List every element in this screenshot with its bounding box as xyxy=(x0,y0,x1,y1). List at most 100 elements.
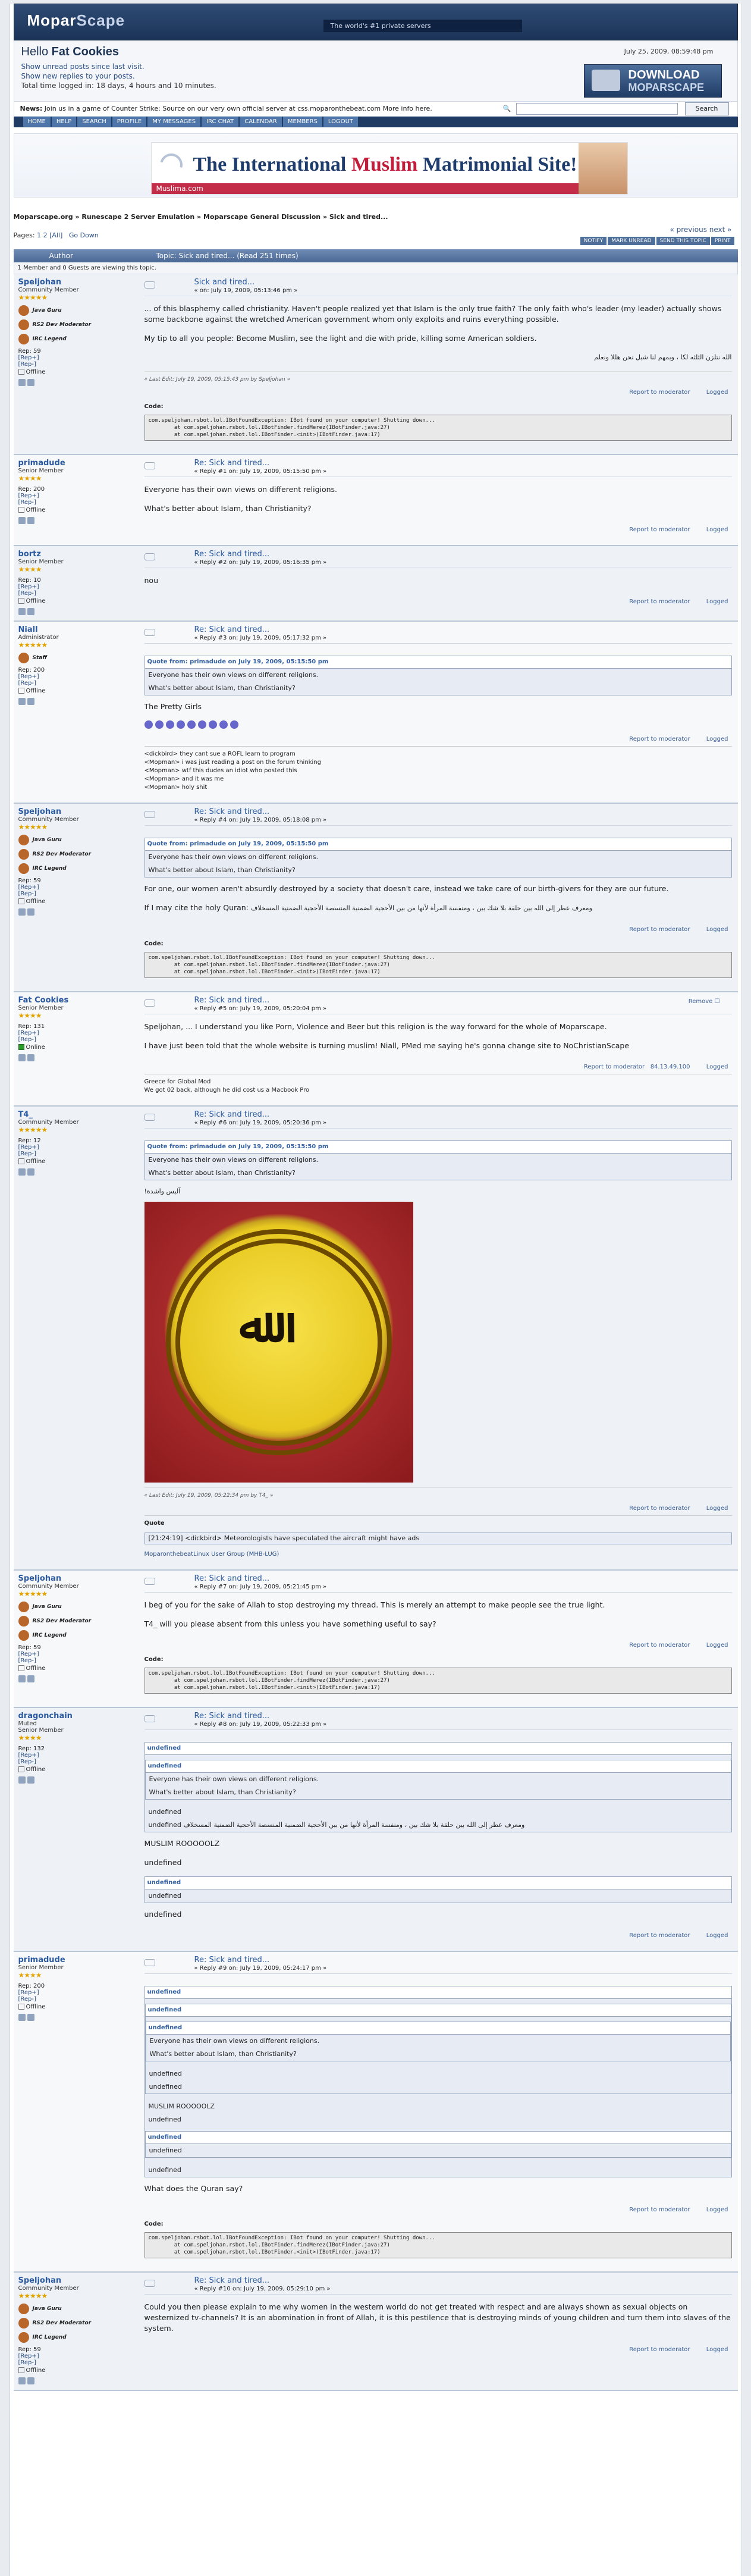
site-logo[interactable]: MoparScape xyxy=(27,11,125,30)
pm-icon[interactable] xyxy=(27,908,34,916)
profile-icon[interactable] xyxy=(18,1054,26,1061)
post-subject[interactable]: Re: Sick and tired... xyxy=(194,1955,270,1964)
profile-icon[interactable] xyxy=(18,379,26,386)
nav-tab-logout[interactable]: LOGOUT xyxy=(323,117,359,127)
poster-name[interactable]: bortz xyxy=(18,550,131,559)
rank-stars: ★★★★ xyxy=(18,474,42,482)
nav-tab-my-messages[interactable]: MY MESSAGES xyxy=(147,117,202,127)
nav-tab-help[interactable]: HELP xyxy=(51,117,77,127)
unread-posts-link[interactable]: Show unread posts since last visit. xyxy=(21,62,144,71)
poster-name[interactable]: Speljohan xyxy=(18,1574,131,1583)
post-subject[interactable]: Re: Sick and tired... xyxy=(194,1110,270,1119)
report-moderator-link[interactable]: Report to moderator xyxy=(629,1931,690,1941)
reputation: Rep: 12 [Rep+] [Rep-] xyxy=(18,1137,41,1157)
poster-name[interactable]: primadude xyxy=(18,1955,131,1964)
profile-icon[interactable] xyxy=(18,517,26,524)
nav-tab-home[interactable]: HOME xyxy=(23,117,51,127)
poster-rank: Community Member xyxy=(18,816,79,823)
poster-name[interactable]: Fat Cookies xyxy=(18,996,131,1005)
pm-icon[interactable] xyxy=(27,698,34,705)
poster-name[interactable]: T4_ xyxy=(18,1110,131,1119)
report-moderator-link[interactable]: Report to moderator xyxy=(629,387,690,398)
poster-name[interactable]: Niall xyxy=(18,625,131,634)
btn-print[interactable]: PRINT xyxy=(711,237,734,245)
search-input[interactable] xyxy=(516,103,678,115)
profile-icon[interactable] xyxy=(18,608,26,615)
nav-tab-search[interactable]: SEARCH xyxy=(77,117,112,127)
badge-icon xyxy=(18,1616,29,1627)
report-moderator-link[interactable]: Report to moderator xyxy=(629,925,690,935)
post-subject[interactable]: Re: Sick and tired... xyxy=(194,807,270,816)
search-button[interactable]: Search xyxy=(684,102,729,115)
poster-name[interactable]: primadude xyxy=(18,459,131,468)
header-promo[interactable]: The world's #1 private servers xyxy=(323,20,522,32)
page-1[interactable]: 1 xyxy=(37,231,41,239)
post-footer: Report to moderator Logged xyxy=(144,594,732,606)
report-moderator-link[interactable]: Report to moderator xyxy=(629,734,690,745)
btn-send-this-topic[interactable]: SEND THIS TOPIC xyxy=(656,237,710,245)
poster-name[interactable]: Speljohan xyxy=(18,278,131,287)
pm-icon[interactable] xyxy=(27,2014,34,2021)
post-subject[interactable]: Re: Sick and tired... xyxy=(194,459,270,468)
report-moderator-link[interactable]: Report to moderator xyxy=(629,597,690,607)
pm-icon[interactable] xyxy=(27,1675,34,1682)
quote-header[interactable]: undefined xyxy=(146,2022,730,2035)
poster-name[interactable]: Speljohan xyxy=(18,2276,131,2285)
profile-icon[interactable] xyxy=(18,1675,26,1682)
post-subject[interactable]: Re: Sick and tired... xyxy=(194,1574,270,1583)
quote-header[interactable]: undefined xyxy=(145,1760,731,1773)
poster-name[interactable]: Speljohan xyxy=(18,807,131,816)
post-subject[interactable]: Re: Sick and tired... xyxy=(194,625,270,634)
poster-name[interactable]: dragonchain xyxy=(18,1712,131,1721)
pm-icon[interactable] xyxy=(27,517,34,524)
download-button[interactable]: DOWNLOAD MOPARSCAPE xyxy=(583,64,722,98)
post-subject[interactable]: Re: Sick and tired... xyxy=(194,1712,270,1721)
go-down-link[interactable]: Go Down xyxy=(69,231,99,239)
quote-header[interactable]: Quote from: primadude on July 19, 2009, … xyxy=(144,1141,731,1154)
poster-rank: Community Member xyxy=(18,287,79,293)
remove-button[interactable]: Remove ☐ xyxy=(689,998,720,1005)
quote-header[interactable]: undefined xyxy=(145,2132,731,2144)
post-content: Re: Sick and tired... « Reply #2 on: July… xyxy=(136,546,738,621)
breadcrumb[interactable]: Moparscape.org » Runescape 2 Server Emul… xyxy=(14,213,738,221)
post-subject[interactable]: Re: Sick and tired... xyxy=(194,550,270,559)
post-subject[interactable]: Sick and tired... xyxy=(194,278,255,287)
pm-icon[interactable] xyxy=(27,1168,34,1176)
profile-icon[interactable] xyxy=(18,908,26,916)
btn-mark-unread[interactable]: MARK UNREAD xyxy=(608,237,655,245)
profile-icon[interactable] xyxy=(18,698,26,705)
post-header: Re: Sick and tired... « Reply #5 on: July… xyxy=(144,996,732,1014)
profile-icon[interactable] xyxy=(18,1168,26,1176)
nav-tab-members[interactable]: MEMBERS xyxy=(282,117,323,127)
page-all[interactable]: [All] xyxy=(49,231,62,239)
btn-notify[interactable]: NOTIFY xyxy=(580,237,607,245)
report-moderator-link[interactable]: Report to moderator xyxy=(629,1640,690,1651)
report-moderator-link[interactable]: Report to moderator xyxy=(629,2345,690,2355)
online-status: Offline xyxy=(18,2004,131,2010)
post-subject[interactable]: Re: Sick and tired... xyxy=(194,996,270,1005)
pm-icon[interactable] xyxy=(27,1054,34,1061)
quote-header[interactable]: Quote from: primadude on July 19, 2009, … xyxy=(144,656,731,669)
profile-icon[interactable] xyxy=(18,2377,26,2384)
nav-tab-profile[interactable]: PROFILE xyxy=(112,117,147,127)
pm-icon[interactable] xyxy=(27,379,34,386)
post-header: Re: Sick and tired... « Reply #6 on: July… xyxy=(144,1110,732,1129)
prev-next-links[interactable]: « previous next » xyxy=(670,225,731,234)
nav-tab-calendar[interactable]: CALENDAR xyxy=(240,117,282,127)
profile-icon[interactable] xyxy=(18,2014,26,2021)
report-moderator-link[interactable]: Report to moderator 84.13.49.100 xyxy=(584,1062,690,1073)
post-subject[interactable]: Re: Sick and tired... xyxy=(194,2276,270,2285)
pm-icon[interactable] xyxy=(27,2377,34,2384)
page-2[interactable]: 2 xyxy=(43,231,48,239)
quote-header[interactable]: undefined xyxy=(144,1877,731,1889)
quote-header[interactable]: Quote from: primadude on July 19, 2009, … xyxy=(144,838,731,851)
pm-icon[interactable] xyxy=(27,1776,34,1784)
nav-tab-irc-chat[interactable]: IRC CHAT xyxy=(202,117,240,127)
profile-icon[interactable] xyxy=(18,1776,26,1784)
pm-icon[interactable] xyxy=(27,608,34,615)
report-moderator-link[interactable]: Report to moderator xyxy=(629,525,690,535)
new-replies-link[interactable]: Show new replies to your posts. xyxy=(21,72,135,80)
ad-banner[interactable]: The International Muslim Matrimonial Sit… xyxy=(13,133,738,198)
report-moderator-link[interactable]: Report to moderator xyxy=(629,1503,690,1514)
report-moderator-link[interactable]: Report to moderator xyxy=(629,2205,690,2215)
